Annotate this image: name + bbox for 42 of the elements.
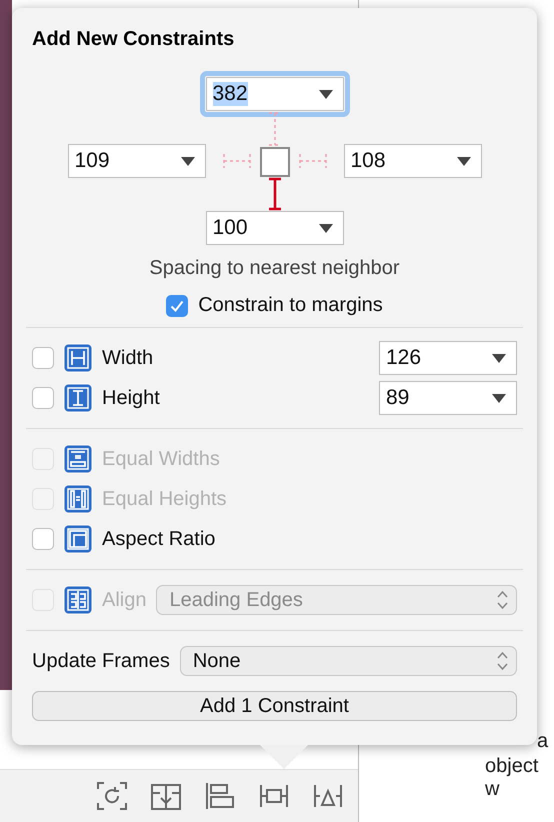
checkbox[interactable]	[32, 347, 54, 369]
spacing-field[interactable]: 100	[206, 211, 344, 245]
stepper-arrows-icon	[497, 590, 508, 610]
aspect-ratio-icon	[64, 525, 92, 553]
dropdown-arrow-icon	[180, 156, 194, 166]
dropdown-arrow-icon	[318, 90, 332, 98]
equal-widths-icon	[64, 445, 92, 473]
spacing-field[interactable]: 108	[344, 144, 482, 178]
constraint-label: Equal Widths	[102, 448, 220, 470]
align-icon	[64, 586, 92, 614]
checkbox[interactable]	[32, 528, 54, 550]
checkbox-label: Constrain to margins	[198, 294, 383, 317]
constraint-label: Aspect Ratio	[102, 528, 216, 550]
height-icon	[64, 384, 92, 412]
dropdown-arrow-icon	[492, 394, 506, 402]
inspector-text: object w	[485, 755, 540, 801]
update-frames-label: Update Frames	[32, 650, 170, 672]
width-icon	[64, 344, 92, 372]
checkbox[interactable]	[166, 294, 188, 316]
view-square	[260, 147, 290, 177]
equal-heights-icon	[64, 485, 92, 513]
checkmark-icon	[170, 300, 184, 312]
constraint-label: Width	[102, 346, 154, 370]
popover-title: Add New Constraints	[32, 28, 236, 51]
constraint-label: Equal Heights	[102, 488, 227, 510]
inspector-text: a	[537, 730, 548, 753]
dropdown-arrow-icon	[318, 224, 332, 232]
spacing-caption: Spacing to nearest neighbor	[148, 257, 401, 280]
stepper-arrows-icon	[497, 651, 508, 671]
size-field[interactable]: 89	[379, 381, 517, 415]
add-constraint-button[interactable]: Add 1 Constraint	[32, 691, 517, 721]
align-left-icon[interactable]	[204, 781, 236, 811]
dropdown-arrow-icon	[492, 354, 506, 362]
constraint-label: Height	[102, 386, 160, 410]
dropdown-arrow-icon	[456, 156, 470, 166]
refresh-icon[interactable]	[96, 781, 128, 811]
checkbox[interactable]	[32, 387, 54, 409]
spacing-field[interactable]: 109	[68, 144, 206, 178]
update-frames-select[interactable]: None	[180, 646, 517, 676]
embed-icon[interactable]	[150, 781, 182, 811]
constraint-label: Align	[102, 588, 146, 612]
size-field[interactable]: 126	[379, 341, 517, 375]
